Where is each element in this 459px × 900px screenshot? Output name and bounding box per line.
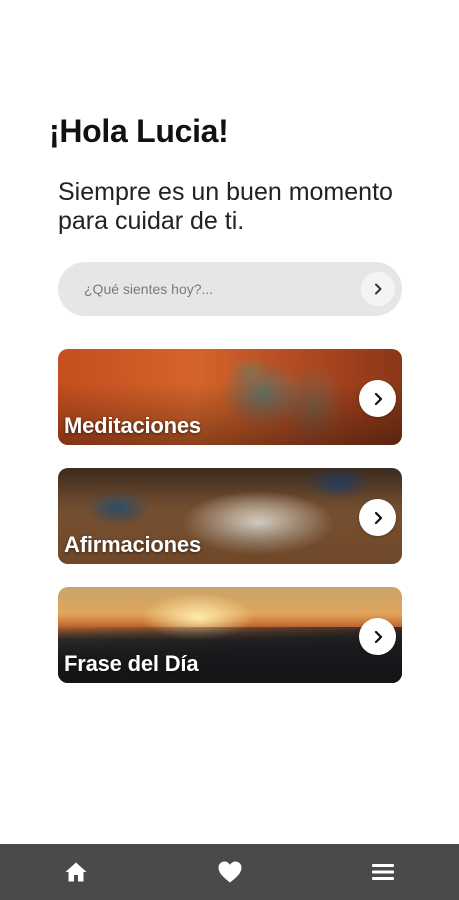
card-open-button[interactable] xyxy=(359,618,396,655)
search-input[interactable] xyxy=(84,262,354,316)
card-title: Frase del Día xyxy=(64,651,199,676)
chevron-right-icon xyxy=(374,392,382,405)
heart-icon xyxy=(218,861,241,883)
chevron-right-icon xyxy=(374,630,382,643)
menu-icon xyxy=(372,864,394,880)
card-title: Afirmaciones xyxy=(64,532,201,557)
greeting-subtitle: Siempre es un buen momento para cuidar d… xyxy=(58,178,393,235)
search-bar xyxy=(58,262,402,316)
greeting-title: ¡Hola Lucia! xyxy=(49,113,229,149)
card-afirmaciones[interactable]: Afirmaciones xyxy=(58,468,402,564)
card-frase-del-dia[interactable]: Frase del Día xyxy=(58,587,402,683)
card-open-button[interactable] xyxy=(359,499,396,536)
card-title: Meditaciones xyxy=(64,413,201,438)
bottom-navigation xyxy=(0,844,459,900)
nav-menu-button[interactable] xyxy=(369,858,397,886)
card-meditaciones[interactable]: Meditaciones xyxy=(58,349,402,445)
chevron-right-icon xyxy=(374,511,382,524)
home-icon xyxy=(65,862,87,882)
nav-home-button[interactable] xyxy=(62,858,90,886)
chevron-right-icon xyxy=(375,283,382,295)
search-submit-button[interactable] xyxy=(361,272,395,306)
card-open-button[interactable] xyxy=(359,380,396,417)
nav-favorites-button[interactable] xyxy=(216,858,244,886)
